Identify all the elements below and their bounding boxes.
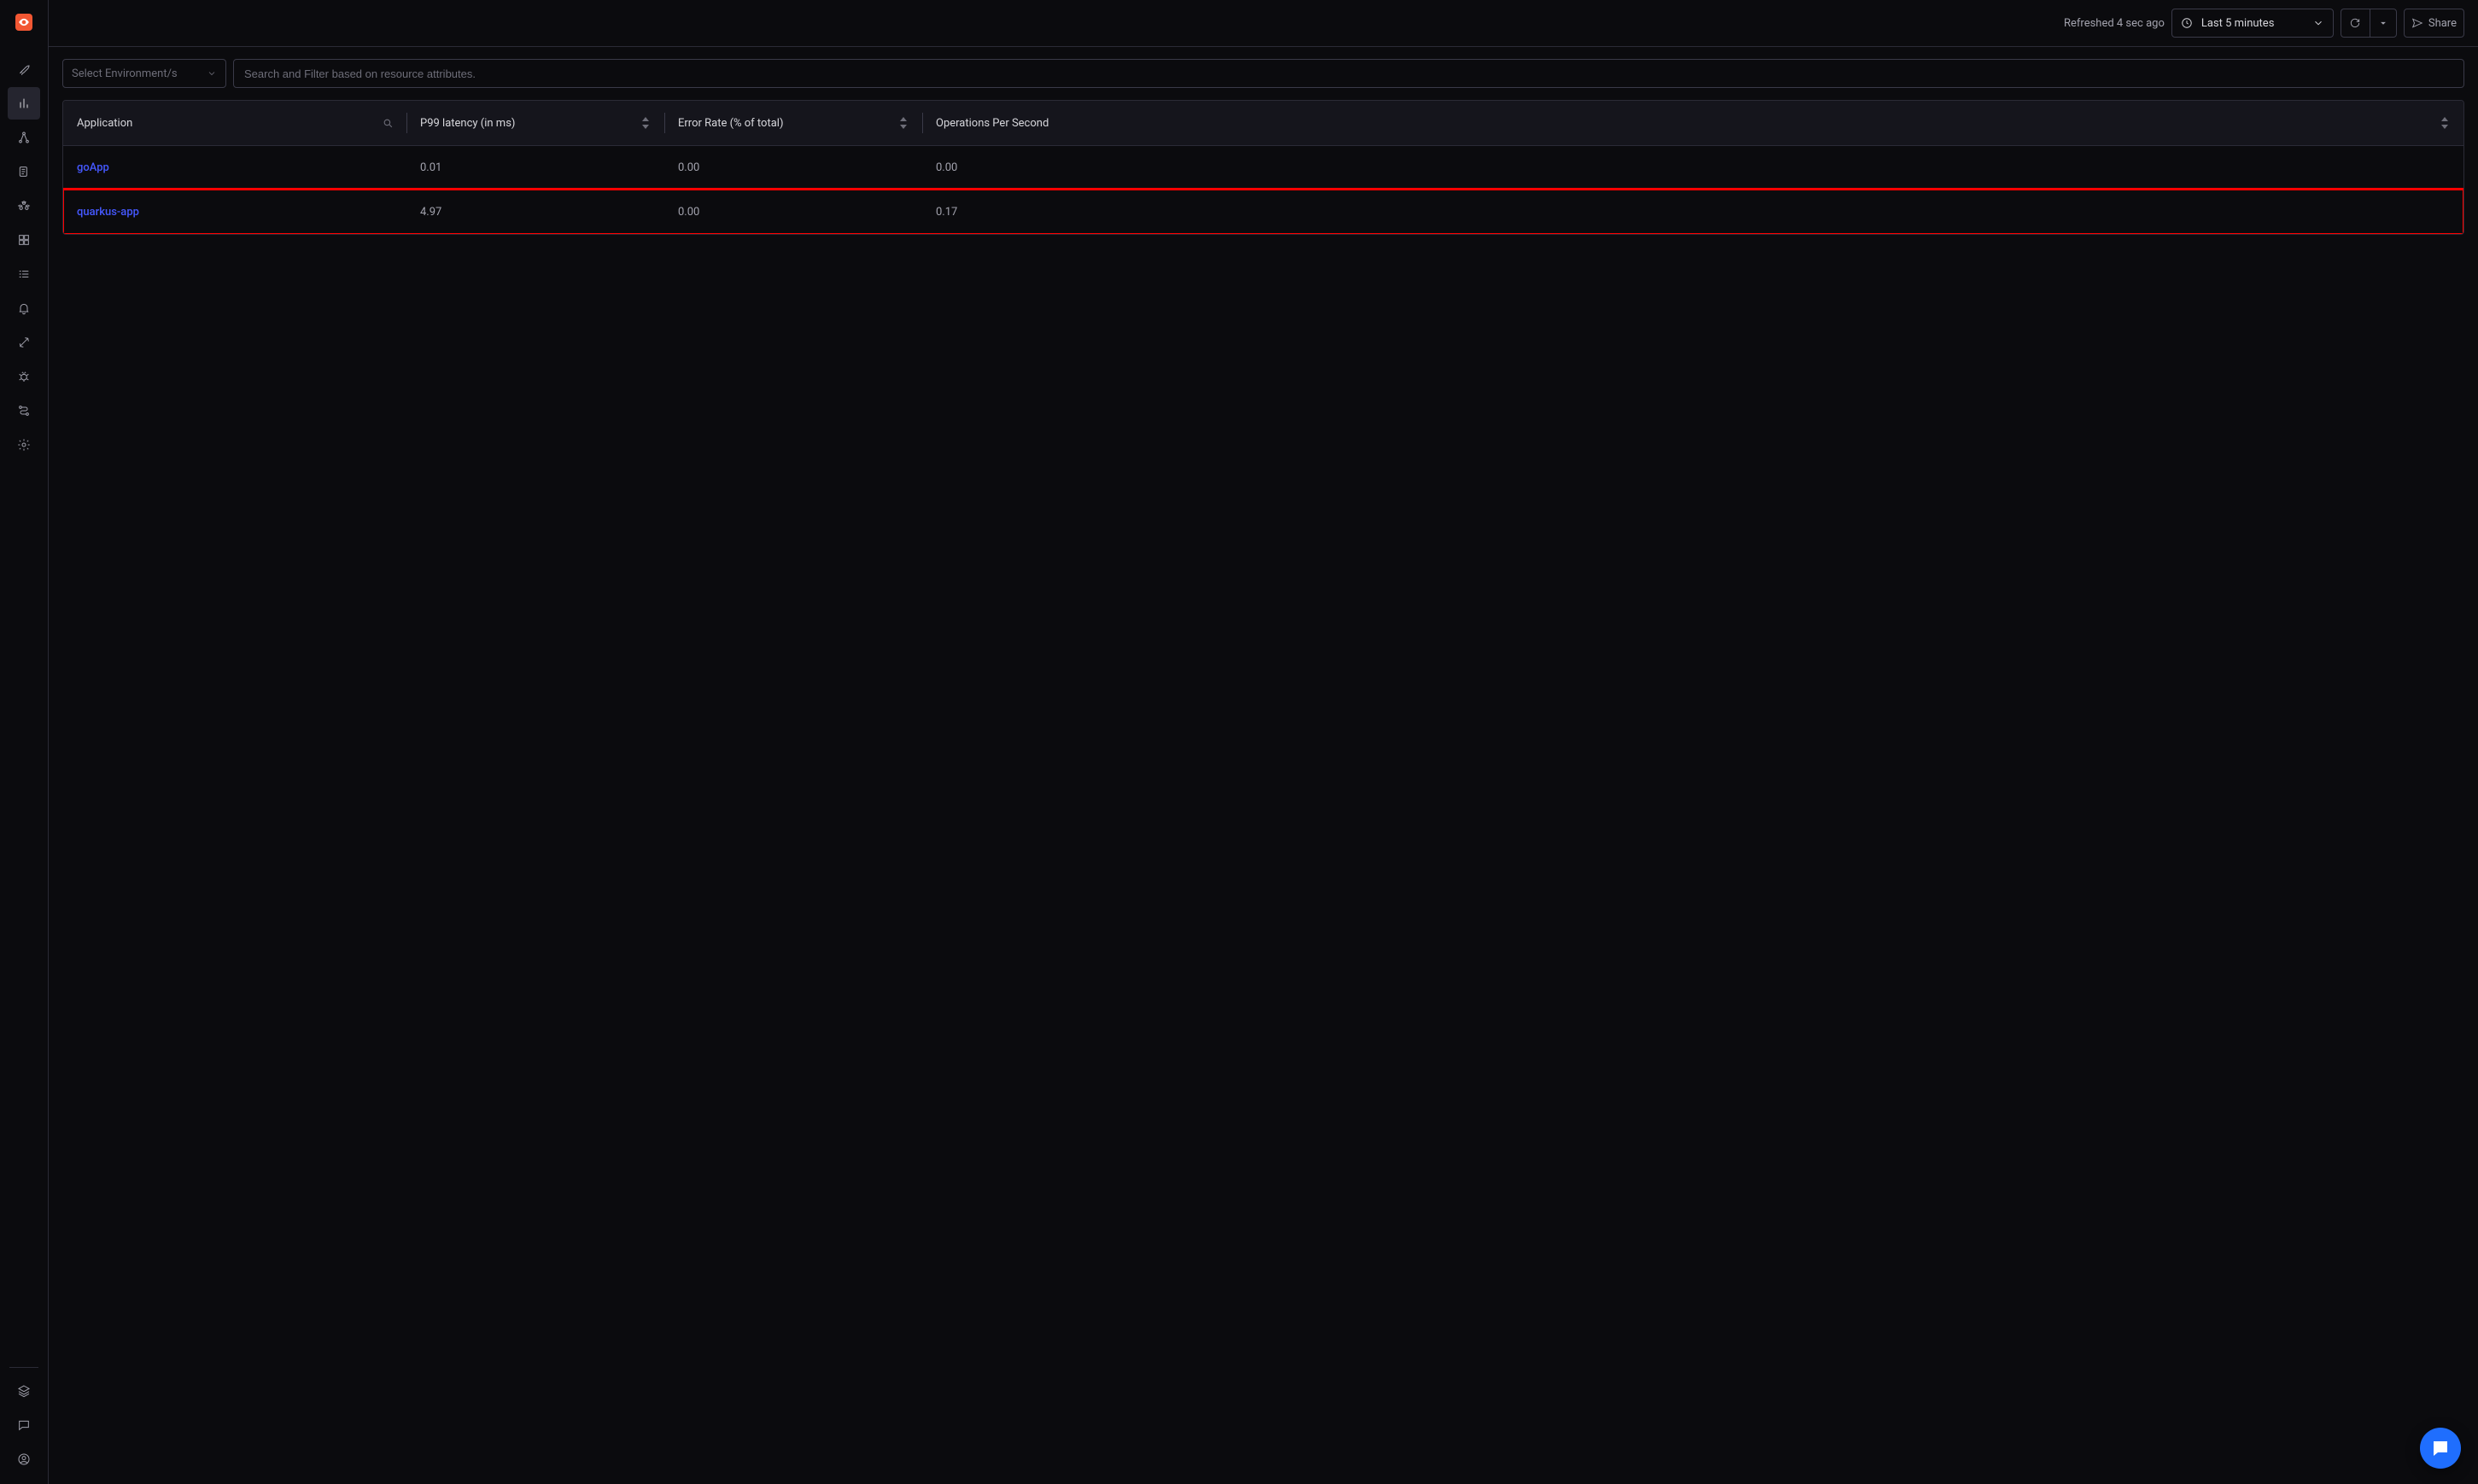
chevron-down-icon (207, 68, 217, 79)
nav-exceptions[interactable] (8, 326, 40, 359)
bell-icon (17, 301, 31, 315)
environment-select[interactable]: Select Environment/s (62, 59, 226, 88)
share-nodes-icon (17, 131, 31, 144)
table-container: Application P99 latency (in ms) Error Ra… (49, 100, 2478, 235)
send-icon (2411, 17, 2423, 29)
nav-divider (9, 1367, 38, 1368)
eye-icon (18, 16, 30, 28)
nav-traces[interactable] (8, 121, 40, 154)
cell-ops: 0.17 (922, 206, 2463, 219)
clock-icon (2181, 17, 2193, 29)
refresh-options-button[interactable] (2370, 9, 2397, 38)
bar-chart-icon (17, 96, 31, 110)
nav-account[interactable] (8, 1443, 40, 1475)
cell-error-rate: 0.00 (664, 161, 922, 174)
caret-down-icon (2377, 17, 2389, 29)
sort-icon (640, 117, 651, 129)
nav-infrastructure[interactable] (8, 190, 40, 222)
table-body: goApp 0.01 0.00 0.00 quarkus-app 4.97 0.… (63, 145, 2463, 234)
table-row[interactable]: quarkus-app 4.97 0.00 0.17 (63, 190, 2463, 234)
cell-p99: 4.97 (406, 206, 664, 219)
filter-row: Select Environment/s (49, 47, 2478, 100)
share-label: Share (2428, 17, 2457, 30)
search-input[interactable] (233, 59, 2464, 88)
intercom-icon (2430, 1438, 2451, 1458)
search-icon (383, 117, 393, 129)
nav-messaging[interactable] (8, 258, 40, 290)
time-range-label: Last 5 minutes (2201, 17, 2304, 30)
table-header: Application P99 latency (in ms) Error Ra… (63, 101, 2463, 145)
nav-settings[interactable] (8, 429, 40, 461)
user-circle-icon (17, 1452, 31, 1466)
refreshed-label: Refreshed 4 sec ago (2064, 17, 2165, 30)
chat-icon (17, 1418, 31, 1432)
share-button[interactable]: Share (2404, 9, 2464, 38)
nav-bugs[interactable] (8, 360, 40, 393)
nav-layers[interactable] (8, 1375, 40, 1407)
spark-icon (17, 336, 31, 349)
refresh-group (2341, 9, 2397, 38)
main: Refreshed 4 sec ago Last 5 minutes Share… (49, 0, 2478, 1484)
th-operations-per-second[interactable]: Operations Per Second (922, 101, 2463, 145)
sort-icon (2440, 117, 2450, 129)
nav-dashboards[interactable] (8, 224, 40, 256)
bug-icon (17, 370, 31, 383)
app-logo[interactable] (15, 14, 32, 31)
table-row[interactable]: goApp 0.01 0.00 0.00 (63, 145, 2463, 190)
th-error-rate[interactable]: Error Rate (% of total) (664, 101, 922, 145)
environment-placeholder: Select Environment/s (72, 67, 207, 80)
applications-table: Application P99 latency (in ms) Error Ra… (62, 100, 2464, 235)
scroll-icon (17, 165, 31, 178)
app-link[interactable]: goApp (63, 161, 406, 174)
nav-alerts[interactable] (8, 292, 40, 324)
list-icon (17, 267, 31, 281)
cell-ops: 0.00 (922, 161, 2463, 174)
sidebar (0, 0, 49, 1484)
chevron-down-icon (2312, 17, 2324, 29)
refresh-icon (2349, 17, 2361, 29)
cubes-icon (17, 199, 31, 213)
cell-error-rate: 0.00 (664, 206, 922, 219)
nav-support[interactable] (8, 1409, 40, 1441)
sort-icon (898, 117, 909, 129)
rocket-icon (17, 62, 31, 76)
time-range-selector[interactable]: Last 5 minutes (2171, 9, 2334, 38)
grid-icon (17, 233, 31, 247)
th-label: Application (77, 117, 383, 130)
nav-logs[interactable] (8, 155, 40, 188)
app-link[interactable]: quarkus-app (63, 206, 406, 219)
route-icon (17, 404, 31, 418)
chat-fab[interactable] (2420, 1428, 2461, 1469)
nav-bottom (0, 1362, 48, 1475)
nav-services[interactable] (8, 87, 40, 120)
layers-icon (17, 1384, 31, 1398)
th-label: Error Rate (% of total) (678, 117, 898, 130)
gear-icon (17, 438, 31, 452)
nav-get-started[interactable] (8, 53, 40, 85)
nav-pipelines[interactable] (8, 394, 40, 427)
th-p99-latency[interactable]: P99 latency (in ms) (406, 101, 664, 145)
th-label: P99 latency (in ms) (420, 117, 640, 130)
topbar: Refreshed 4 sec ago Last 5 minutes Share (49, 0, 2478, 47)
nav-top (0, 53, 48, 461)
refresh-button[interactable] (2341, 9, 2370, 38)
th-label: Operations Per Second (936, 117, 2440, 130)
th-application[interactable]: Application (63, 101, 406, 145)
cell-p99: 0.01 (406, 161, 664, 174)
